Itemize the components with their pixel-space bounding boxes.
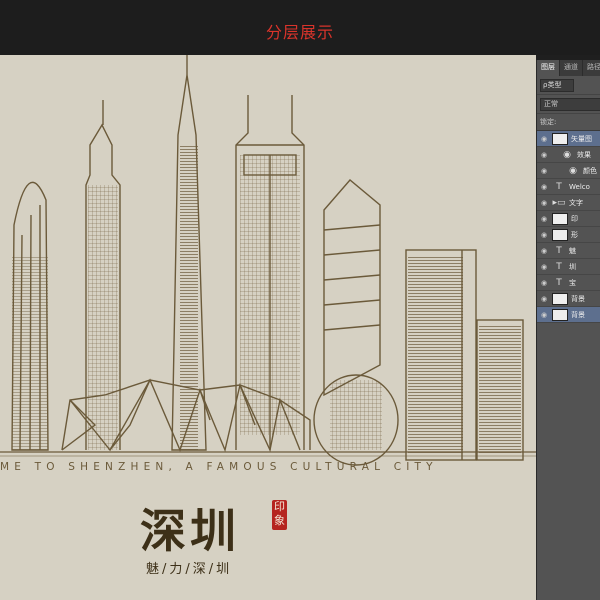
visibility-eye-icon[interactable]: ◉	[539, 135, 549, 143]
tab-layers[interactable]: 图层	[537, 60, 560, 76]
layer-row[interactable]: ◉ T Welco	[537, 179, 600, 195]
lock-label: 锁定:	[540, 118, 557, 126]
layer-name: 效果	[577, 150, 591, 159]
layer-row[interactable]: ◉ T 圳	[537, 259, 600, 275]
layer-name: 圳	[569, 262, 576, 271]
visibility-eye-icon[interactable]: ◉	[539, 183, 549, 191]
layer-thumbnail	[552, 212, 568, 225]
layer-row[interactable]: ◉ 印	[537, 211, 600, 227]
visibility-eye-icon[interactable]: ◉	[539, 311, 549, 319]
visibility-eye-icon[interactable]: ◉	[539, 167, 549, 175]
folder-icon: ▸▭	[552, 197, 566, 208]
layer-thumbnail	[552, 292, 568, 305]
visibility-eye-icon[interactable]: ◉	[539, 215, 549, 223]
blend-mode-row: 正常	[537, 95, 600, 114]
skyline-illustration	[0, 55, 536, 466]
layer-name: 形	[571, 230, 578, 239]
layer-filter-select[interactable]: ρ类型	[540, 78, 574, 92]
layer-thumbnail	[552, 132, 568, 145]
layer-row[interactable]: ◉ T 宝	[537, 275, 600, 291]
layer-row[interactable]: ◉ 背景	[537, 307, 600, 323]
tab-paths[interactable]: 路径	[583, 60, 600, 76]
effect-icon: ◉	[569, 165, 577, 176]
layer-row[interactable]: ◉ ◉ 颜色	[537, 163, 600, 179]
header-bar: 分层展示	[0, 0, 600, 55]
layers-panel: 图层 通道 路径 ρ类型 正常 锁定: ◉ 矢量图 ◉ ◉ 效果 ◉ ◉ 颜色 ◉ T Welco ◉…	[536, 60, 600, 600]
layer-row[interactable]: ◉ 背景	[537, 291, 600, 307]
layer-thumbnail	[552, 228, 568, 241]
layer-name: 颜色	[583, 166, 597, 175]
visibility-eye-icon[interactable]: ◉	[539, 295, 549, 303]
blend-mode-select[interactable]: 正常	[540, 97, 600, 111]
visibility-eye-icon[interactable]: ◉	[539, 279, 549, 287]
text-layer-icon: T	[556, 181, 562, 192]
chinese-subtitle: 魅/力/深/圳	[146, 562, 233, 577]
document-canvas[interactable]: ME TO SHENZHEN, A FAMOUS CULTURAL CITY 深…	[0, 55, 536, 600]
visibility-eye-icon[interactable]: ◉	[539, 199, 549, 207]
chinese-title: 深圳	[140, 504, 240, 558]
panel-tabs: 图层 通道 路径	[537, 60, 600, 76]
layer-name: 魅	[569, 246, 576, 255]
layer-name: 背景	[571, 294, 585, 303]
layer-row[interactable]: ◉ 形	[537, 227, 600, 243]
effect-icon: ◉	[563, 149, 571, 160]
text-layer-icon: T	[556, 277, 562, 288]
red-seal-stamp: 印象	[272, 500, 287, 530]
layer-row[interactable]: ◉ ▸▭ 文字	[537, 195, 600, 211]
text-layer-icon: T	[556, 261, 562, 272]
visibility-eye-icon[interactable]: ◉	[539, 263, 549, 271]
layer-name: 印	[571, 214, 578, 223]
layer-list: ◉ 矢量图 ◉ ◉ 效果 ◉ ◉ 颜色 ◉ T Welco ◉ ▸▭ 文字 ◉ 印 ◉ 形 ◉ T 魅 ◉ T 圳 ◉ T 宝 ◉ 背景…	[537, 131, 600, 323]
layer-name: Welco	[569, 182, 590, 191]
layer-thumbnail	[552, 308, 568, 321]
layer-name: 矢量图	[571, 134, 592, 143]
layer-filter-row: ρ类型	[537, 76, 600, 95]
tab-channels[interactable]: 通道	[560, 60, 583, 76]
visibility-eye-icon[interactable]: ◉	[539, 247, 549, 255]
lock-row: 锁定:	[537, 114, 600, 131]
layer-name: 文字	[569, 198, 583, 207]
layer-name: 宝	[569, 278, 576, 287]
layer-row[interactable]: ◉ 矢量图	[537, 131, 600, 147]
layer-row[interactable]: ◉ T 魅	[537, 243, 600, 259]
visibility-eye-icon[interactable]: ◉	[539, 151, 549, 159]
text-layer-icon: T	[556, 245, 562, 256]
english-tagline: ME TO SHENZHEN, A FAMOUS CULTURAL CITY	[0, 461, 438, 473]
layer-name: 背景	[571, 310, 585, 319]
page-title: 分层展示	[265, 23, 334, 42]
layer-row[interactable]: ◉ ◉ 效果	[537, 147, 600, 163]
visibility-eye-icon[interactable]: ◉	[539, 231, 549, 239]
